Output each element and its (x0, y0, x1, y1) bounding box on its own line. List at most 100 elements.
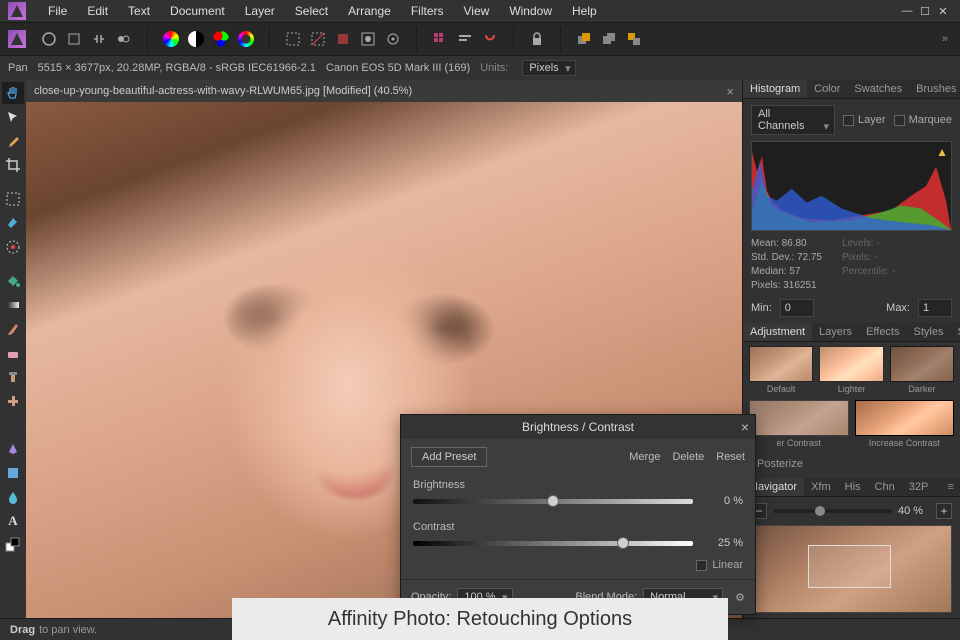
arrange-front-icon[interactable] (573, 28, 595, 50)
document-tab[interactable]: close-up-young-beautiful-actress-with-wa… (26, 80, 742, 102)
grid-icon[interactable] (429, 28, 451, 50)
navigator-viewport[interactable] (808, 545, 892, 588)
menu-document[interactable]: Document (160, 1, 235, 21)
brightness-slider[interactable] (413, 499, 693, 504)
color-picker-tool-icon[interactable] (2, 130, 24, 152)
paint-brush-tool-icon[interactable] (2, 318, 24, 340)
menu-arrange[interactable]: Arrange (338, 1, 401, 21)
preset-darker[interactable] (890, 346, 954, 382)
arrange-back-icon[interactable] (598, 28, 620, 50)
tab-brushes[interactable]: Brushes (909, 80, 960, 98)
dialog-close-icon[interactable]: × (741, 419, 749, 435)
document-close-icon[interactable]: × (726, 84, 734, 99)
sel-diag-icon[interactable] (307, 28, 329, 50)
minimize-icon[interactable]: — (900, 5, 914, 17)
menu-help[interactable]: Help (562, 1, 607, 21)
maximize-icon[interactable]: ☐ (918, 5, 932, 17)
nav-panel-menu-icon[interactable]: ≡ (942, 481, 960, 493)
adjustment-posterize[interactable]: Posterize (749, 454, 954, 474)
delete-button[interactable]: Delete (672, 451, 704, 463)
arrange-group-icon[interactable] (623, 28, 645, 50)
swatch-ring-icon[interactable] (235, 28, 257, 50)
target-icon[interactable] (382, 28, 404, 50)
units-select[interactable]: Pixels (522, 60, 575, 76)
swatch-rgb-icon[interactable] (210, 28, 232, 50)
marquee-checkbox[interactable]: Marquee (894, 114, 952, 126)
navigator-preview[interactable] (751, 525, 952, 613)
flood-fill-tool-icon[interactable] (2, 270, 24, 292)
menu-window[interactable]: Window (499, 1, 562, 21)
layer-checkbox[interactable]: Layer (843, 114, 886, 126)
menu-filters[interactable]: Filters (401, 1, 454, 21)
tab-32p[interactable]: 32P (902, 478, 936, 496)
min-input[interactable] (780, 299, 814, 317)
snap-icon[interactable] (479, 28, 501, 50)
marquee-tool-icon[interactable] (2, 188, 24, 210)
flood-select-tool-icon[interactable] (2, 212, 24, 234)
menu-select[interactable]: Select (285, 1, 338, 21)
lock-icon[interactable] (526, 28, 548, 50)
tab-chn[interactable]: Chn (868, 478, 902, 496)
tab-xfm[interactable]: Xfm (804, 478, 838, 496)
persona-logo-icon[interactable] (8, 30, 26, 48)
clone-tool-icon[interactable] (2, 366, 24, 388)
selection-brush-tool-icon[interactable] (2, 236, 24, 258)
persona-tone-icon[interactable] (113, 28, 135, 50)
color-swap-icon[interactable] (2, 534, 24, 556)
dodge-tool-icon[interactable] (2, 414, 24, 436)
text-tool-icon[interactable]: A (2, 510, 24, 532)
histogram-view: ▲ (751, 141, 952, 231)
max-input[interactable] (918, 299, 952, 317)
move-tool-icon[interactable] (2, 106, 24, 128)
sel-rect-icon[interactable] (282, 28, 304, 50)
min-label: Min: (751, 302, 772, 314)
healing-tool-icon[interactable] (2, 390, 24, 412)
quickmask-icon[interactable] (332, 28, 354, 50)
crop-tool-icon[interactable] (2, 154, 24, 176)
close-icon[interactable]: ✕ (936, 5, 950, 17)
shape-tool-icon[interactable] (2, 462, 24, 484)
gradient-tool-icon[interactable] (2, 294, 24, 316)
preset-increase-contrast[interactable] (855, 400, 955, 436)
preset-lighter[interactable] (819, 346, 883, 382)
menu-edit[interactable]: Edit (77, 1, 118, 21)
persona-develop-icon[interactable] (88, 28, 110, 50)
align-icon[interactable] (454, 28, 476, 50)
swatch-bw-icon[interactable] (185, 28, 207, 50)
tab-color[interactable]: Color (807, 80, 847, 98)
menu-view[interactable]: View (454, 1, 500, 21)
tab-adjustment[interactable]: Adjustment (743, 323, 812, 341)
channel-select[interactable]: All Channels (751, 105, 835, 135)
tab-histogram[interactable]: Histogram (743, 80, 807, 98)
tab-swatches[interactable]: Swatches (847, 80, 909, 98)
tab-effects[interactable]: Effects (859, 323, 906, 341)
dialog-titlebar[interactable]: Brightness / Contrast × (401, 415, 755, 439)
menu-file[interactable]: File (38, 1, 77, 21)
tab-styles[interactable]: Styles (907, 323, 951, 341)
merge-button[interactable]: Merge (629, 451, 660, 463)
pen-tool-icon[interactable] (2, 438, 24, 460)
reset-button[interactable]: Reset (716, 451, 745, 463)
tab-stock[interactable]: Stock (950, 323, 960, 341)
tab-layers[interactable]: Layers (812, 323, 859, 341)
swatch-rainbow-icon[interactable] (160, 28, 182, 50)
zoom-slider[interactable] (773, 509, 892, 513)
menu-layer[interactable]: Layer (235, 1, 285, 21)
persona-photo-icon[interactable] (38, 28, 60, 50)
tab-his[interactable]: His (838, 478, 868, 496)
preset-lower-contrast[interactable] (749, 400, 849, 436)
add-preset-button[interactable]: Add Preset (411, 447, 487, 467)
camera-info: Canon EOS 5D Mark III (169) (326, 62, 470, 74)
contrast-slider[interactable] (413, 541, 693, 546)
linear-checkbox[interactable] (696, 560, 707, 571)
toolbar-overflow-icon[interactable]: » (936, 33, 954, 45)
erase-tool-icon[interactable] (2, 342, 24, 364)
preset-default[interactable] (749, 346, 813, 382)
menu-text[interactable]: Text (118, 1, 160, 21)
hand-tool-icon[interactable] (2, 82, 24, 104)
blur-tool-icon[interactable] (2, 486, 24, 508)
gear-icon[interactable]: ⚙ (735, 591, 745, 604)
refine-icon[interactable] (357, 28, 379, 50)
zoom-in-button[interactable]: + (936, 503, 952, 519)
persona-liquify-icon[interactable] (63, 28, 85, 50)
